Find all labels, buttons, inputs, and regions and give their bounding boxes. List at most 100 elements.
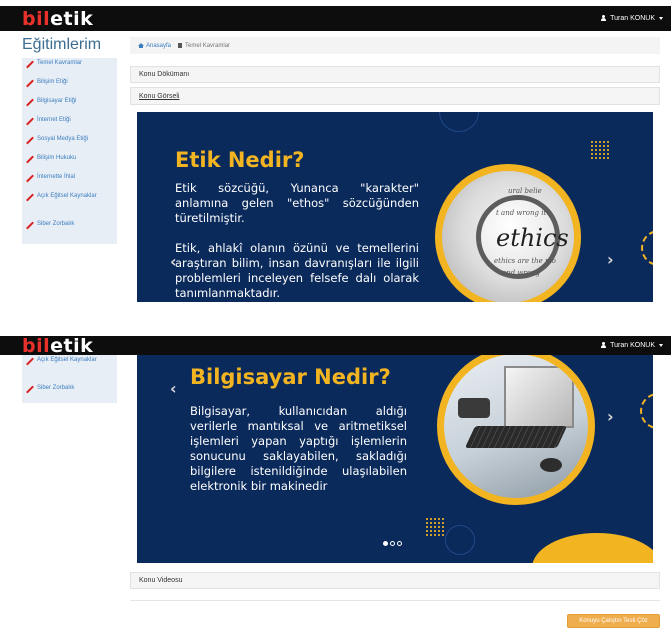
take-quiz-button[interactable]: Konuyu Çalıştın Testi Çöz — [567, 614, 660, 628]
pencil-icon — [26, 222, 33, 229]
breadcrumb: Anasayfa Temel Kavramlar — [130, 37, 660, 54]
breadcrumb-home-link[interactable]: Anasayfa — [138, 43, 171, 49]
sidebar-item-label: İnternet Etiği — [37, 117, 71, 123]
sidebar-title: Eğitimlerim — [22, 36, 102, 53]
panel-title: Konu Görseli — [139, 92, 180, 100]
decor-arc — [641, 230, 653, 266]
photo-mouse — [540, 458, 562, 472]
panel-title: Konu Dökümanı — [139, 71, 190, 78]
sidebar-item-acik-egitsel-kaynaklar[interactable]: Açık Eğitsel Kaynaklar — [22, 357, 117, 385]
carousel-slide-etik: Etik Nedir? Etik sözcüğü, Yunanca "karak… — [137, 112, 653, 302]
top-navbar: biletik Turan KONUK — [0, 6, 671, 31]
user-menu[interactable]: Turan KONUK — [600, 342, 663, 349]
carousel-next-arrow[interactable]: › — [607, 407, 614, 426]
photo-phone — [458, 398, 490, 418]
photo-text-line: t and wrong it — [496, 209, 547, 217]
slide-text: Etik sözcüğü, Yunanca "karakter" anlamın… — [175, 181, 419, 301]
home-icon — [138, 43, 144, 48]
user-name: Turan KONUK — [610, 342, 655, 349]
pencil-icon — [26, 386, 33, 393]
carousel-prev-arrow[interactable]: ‹ — [170, 379, 177, 398]
sidebar-item-siber-zorbalik[interactable]: Siber Zorbalık — [22, 221, 117, 240]
sidebar-menu-scrolled: Açık Eğitsel Kaynaklar Siber Zorbalık — [22, 355, 117, 403]
brand-logo[interactable]: biletik — [22, 335, 93, 357]
sidebar-item-label: Temel Kavramlar — [37, 60, 83, 66]
ethics-magnifier-photo: ural belie t and wrong it ethics ethics … — [435, 164, 581, 302]
photo-monitor — [504, 366, 574, 428]
sidebar-item-label: Açık Eğitsel Kaynaklar — [37, 193, 97, 199]
slide-paragraph: Etik sözcüğü, Yunanca "karakter" anlamın… — [175, 181, 419, 225]
carousel-indicator-dot[interactable] — [383, 541, 388, 546]
photo-keyboard — [464, 426, 568, 448]
sidebar-item-label: İnternette İhlal — [37, 174, 76, 180]
sidebar-item-acik-egitsel-kaynaklar[interactable]: Açık Eğitsel Kaynaklar — [22, 193, 117, 221]
sidebar-item-label: Siber Zorbalık — [37, 385, 75, 391]
panel-konu-dokumani[interactable]: Konu Dökümanı — [130, 66, 660, 83]
sidebar-item-label: Bilişim Hukuku — [37, 155, 77, 161]
sidebar-item-label: Bilgisayar Etiği — [37, 98, 77, 104]
slide-title: Bilgisayar Nedir? — [190, 365, 391, 389]
divider — [130, 600, 660, 601]
decor-circle — [439, 112, 479, 132]
sidebar-item-label: Sosyal Medya Etiği — [37, 136, 89, 142]
photo-text-line: ethics are the mo — [494, 257, 556, 265]
sidebar-item-bilgisayar-etigi[interactable]: Bilgisayar Etiği — [22, 98, 117, 117]
slide-paragraph: Etik, ahlakî olanın özünü ve temellerini… — [175, 241, 419, 300]
sidebar-item-label: Siber Zorbalık — [37, 221, 75, 227]
slide-title: Etik Nedir? — [175, 148, 305, 172]
sidebar-item-label: Açık Eğitsel Kaynaklar — [37, 357, 97, 363]
user-icon — [600, 342, 607, 349]
pencil-icon — [26, 358, 33, 365]
pencil-icon — [26, 137, 33, 144]
decor-circle — [445, 525, 475, 555]
panel-konu-gorseli[interactable]: Konu Görseli — [130, 87, 660, 105]
slide-paragraph: Bilgisayar, kullanıcıdan aldığı verilerl… — [190, 404, 407, 493]
logo-part-bil: bil — [22, 7, 51, 30]
caret-down-icon — [659, 344, 663, 347]
decor-dot-grid — [425, 517, 445, 537]
decor-dot-grid — [590, 140, 610, 160]
pencil-icon — [26, 118, 33, 125]
pencil-icon — [26, 99, 33, 106]
pencil-icon — [26, 194, 33, 201]
panel-konu-videosu[interactable]: Konu Videosu — [130, 572, 660, 589]
sidebar-item-temel-kavramlar[interactable]: Temel Kavramlar — [22, 60, 117, 79]
decor-arc — [640, 393, 653, 429]
sidebar-item-bilisim-hukuku[interactable]: Bilişim Hukuku — [22, 155, 117, 174]
user-name: Turan KONUK — [610, 15, 655, 22]
top-navbar-scrolled: biletik Turan KONUK — [0, 335, 671, 357]
sidebar-item-label: Bilişim Etiği — [37, 79, 68, 85]
carousel-indicator-dot[interactable] — [390, 541, 395, 546]
sidebar-item-siber-zorbalik[interactable]: Siber Zorbalık — [22, 385, 117, 404]
logo-part-etik: etik — [50, 334, 94, 357]
sidebar-item-internette-ihlal[interactable]: İnternette İhlal — [22, 174, 117, 193]
computer-desk-photo — [437, 355, 595, 505]
sidebar-item-internet-etigi[interactable]: İnternet Etiği — [22, 117, 117, 136]
breadcrumb-current: Temel Kavramlar — [185, 42, 231, 49]
carousel-next-arrow[interactable]: › — [607, 250, 614, 269]
brand-logo[interactable]: biletik — [22, 8, 93, 30]
logo-part-bil: bil — [22, 334, 51, 357]
slide-text: Bilgisayar, kullanıcıdan aldığı verilerl… — [190, 404, 407, 494]
caret-down-icon — [659, 17, 663, 20]
pencil-icon — [26, 156, 33, 163]
document-icon — [178, 43, 183, 48]
pencil-icon — [26, 175, 33, 182]
breadcrumb-home-label: Anasayfa — [146, 42, 172, 49]
user-icon — [600, 15, 607, 22]
carousel-indicator-dot[interactable] — [397, 541, 402, 546]
carousel-prev-arrow[interactable]: ‹ — [170, 252, 177, 271]
carousel-indicators — [383, 541, 402, 546]
sidebar-menu: Temel Kavramlar Bilişim Etiği Bilgisayar… — [22, 58, 117, 244]
pencil-icon — [26, 80, 33, 87]
decor-yellow-shape — [532, 533, 653, 563]
sidebar-item-bilisim-etigi[interactable]: Bilişim Etiği — [22, 79, 117, 98]
pencil-icon — [26, 61, 33, 68]
carousel-slide-bilgisayar: Bilgisayar Nedir? Bilgisayar, kullanıcıd… — [137, 355, 653, 563]
user-menu[interactable]: Turan KONUK — [600, 15, 663, 22]
sidebar-item-sosyal-medya-etigi[interactable]: Sosyal Medya Etiği — [22, 136, 117, 155]
logo-part-etik: etik — [50, 7, 94, 30]
photo-text-line: ural belie — [508, 187, 542, 195]
photo-ethics-word: ethics — [496, 224, 569, 252]
photo-text-line: and wrong — [502, 269, 540, 277]
